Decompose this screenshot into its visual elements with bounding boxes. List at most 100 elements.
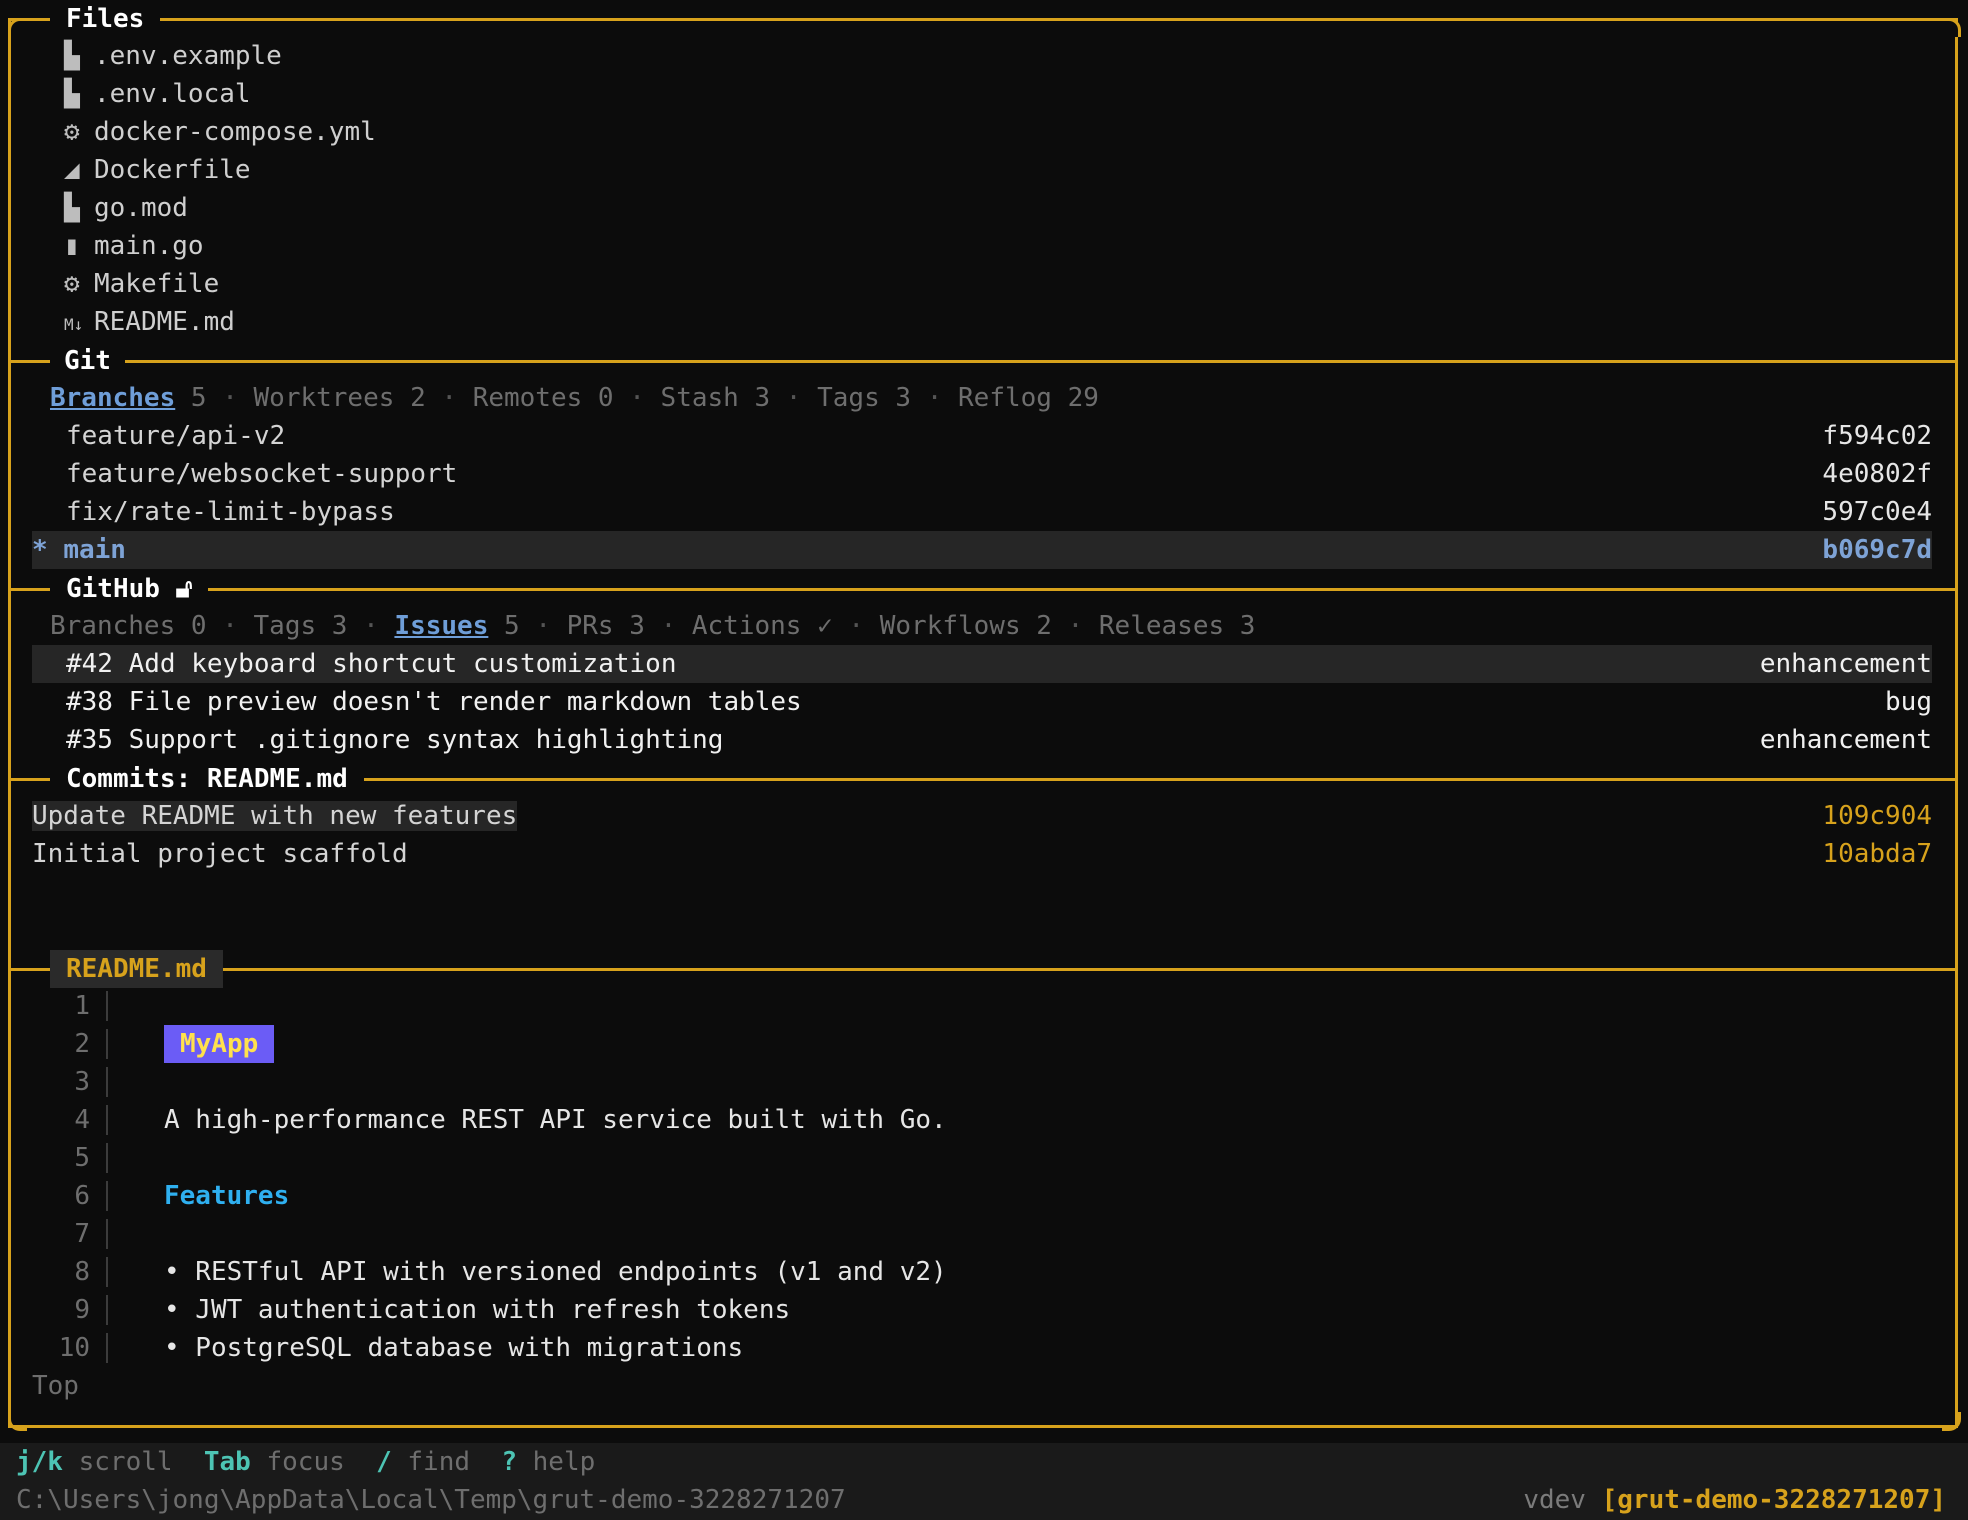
branch-row[interactable]: fix/rate-limit-bypass 597c0e4	[32, 493, 1932, 531]
commits-panel-title[interactable]: Commits: README.md	[50, 760, 364, 798]
lock-icon: 🔓︎	[175, 574, 193, 604]
gutter-bar	[106, 991, 108, 1021]
tab-actions[interactable]: Actions	[692, 611, 802, 641]
gutter-bar	[106, 1333, 108, 1363]
issue-label: bug	[1885, 687, 1932, 717]
commit-hash: b069c7d	[1822, 535, 1932, 565]
git-panel-title[interactable]: Git	[50, 342, 125, 380]
branch-row[interactable]: feature/websocket-support 4e0802f	[32, 455, 1932, 493]
branch-row-current[interactable]: * main b069c7d	[32, 531, 1932, 569]
docker-icon: ◢	[64, 155, 80, 185]
line-number: 10	[58, 1333, 90, 1363]
frame-corner	[8, 18, 27, 37]
tab-tags[interactable]: Tags	[817, 383, 880, 413]
tab-remotes[interactable]: Remotes	[473, 383, 583, 413]
gutter-bar	[106, 1257, 108, 1287]
current-branch-marker: *	[32, 535, 48, 565]
frame-border	[8, 18, 11, 1428]
line-number: 4	[74, 1105, 90, 1135]
line-number: 2	[74, 1029, 90, 1059]
tab-workflows[interactable]: Workflows	[880, 611, 1021, 641]
gutter-bar	[106, 1067, 108, 1097]
gutter-bar	[106, 1105, 108, 1135]
readme-description: A high-performance REST API service buil…	[164, 1105, 947, 1135]
readme-bullet: • PostgreSQL database with migrations	[164, 1333, 744, 1363]
git-tabs: Branches 5 · Worktrees 2 · Remotes 0 · S…	[50, 383, 1099, 413]
preview-panel-title[interactable]: README.md	[50, 950, 223, 988]
github-tabs: Branches 0 · Tags 3 · Issues 5 · PRs 3 ·…	[50, 611, 1256, 641]
issue-row[interactable]: #38 File preview doesn't render markdown…	[32, 683, 1932, 721]
file-item[interactable]: ⚙ Makefile	[64, 265, 219, 303]
line-number: 8	[74, 1257, 90, 1287]
panel-divider	[8, 360, 1958, 363]
path-bar: C:\Users\jong\AppData\Local\Temp\grut-de…	[0, 1481, 1968, 1520]
frame-border	[8, 1425, 1958, 1428]
line-number: 5	[74, 1143, 90, 1173]
issue-row[interactable]: #42 Add keyboard shortcut customization e…	[32, 645, 1932, 683]
issue-row[interactable]: #35 Support .gitignore syntax highlighti…	[32, 721, 1932, 759]
readme-bullet: • JWT authentication with refresh tokens	[164, 1295, 791, 1325]
go-file-icon: ▮	[64, 231, 80, 261]
frame-corner	[1942, 1412, 1961, 1431]
issue-label: enhancement	[1759, 725, 1932, 755]
tab-reflog[interactable]: Reflog	[958, 383, 1052, 413]
frame-border	[1955, 18, 1958, 1428]
branch-row[interactable]: feature/api-v2 f594c02	[32, 417, 1932, 455]
github-panel-title[interactable]: GitHub 🔓︎	[50, 570, 209, 608]
line-number: 1	[74, 991, 90, 1021]
commit-hash: 109c904	[1822, 801, 1932, 831]
gutter-bar	[106, 1029, 108, 1059]
file-icon: ▙	[64, 41, 80, 71]
gutter-bar	[106, 1295, 108, 1325]
frame-border	[8, 18, 1958, 21]
commit-hash: f594c02	[1822, 421, 1932, 451]
readme-features-heading: Features	[164, 1181, 290, 1211]
commit-row[interactable]: Update README with new features 109c904	[32, 797, 1932, 835]
file-item[interactable]: ◢ Dockerfile	[64, 151, 251, 189]
markdown-icon: M↓	[64, 315, 84, 334]
tab-releases[interactable]: Releases	[1099, 611, 1224, 641]
readme-bullet: • RESTful API with versioned endpoints (…	[164, 1257, 947, 1287]
commit-hash: 10abda7	[1822, 839, 1932, 869]
frame-corner	[1942, 18, 1961, 37]
readme-heading: MyApp	[164, 1025, 275, 1063]
current-path: C:\Users\jong\AppData\Local\Temp\grut-de…	[16, 1485, 846, 1515]
files-panel-title[interactable]: Files	[50, 0, 161, 38]
line-number: 3	[74, 1067, 90, 1097]
file-item[interactable]: ▙ go.mod	[64, 189, 188, 227]
file-item[interactable]: ⚙ docker-compose.yml	[64, 113, 376, 151]
gutter-bar	[106, 1181, 108, 1211]
tab-stash[interactable]: Stash	[661, 383, 739, 413]
line-number: 9	[74, 1295, 90, 1325]
line-number: 6	[74, 1181, 90, 1211]
frame-corner	[8, 1412, 27, 1431]
panel-divider	[8, 588, 1958, 591]
file-item[interactable]: M↓ README.md	[64, 303, 235, 341]
tab-gh-branches[interactable]: Branches	[50, 611, 175, 641]
gutter-bar	[106, 1219, 108, 1249]
keybinding-hints: j/k scroll Tab focus / find ? help	[0, 1443, 1968, 1481]
file-item[interactable]: ▮ main.go	[64, 227, 204, 265]
file-icon: ▙	[64, 79, 80, 109]
gear-icon: ⚙	[64, 269, 80, 299]
tab-prs[interactable]: PRs	[567, 611, 614, 641]
file-item[interactable]: ▙ .env.local	[64, 75, 251, 113]
tab-branches[interactable]: Branches	[50, 383, 175, 413]
tab-gh-tags[interactable]: Tags	[254, 611, 317, 641]
gear-icon: ⚙	[64, 117, 80, 147]
app-frame: Files ▙ .env.example ▙ .env.local ⚙ docker-…	[0, 0, 1968, 1431]
file-icon: ▙	[64, 193, 80, 223]
panel-divider	[8, 968, 1958, 971]
gutter-bar	[106, 1143, 108, 1173]
tab-worktrees[interactable]: Worktrees	[254, 383, 395, 413]
tab-issues[interactable]: Issues	[394, 611, 488, 641]
version: vdev	[1523, 1485, 1586, 1515]
scroll-position: Top	[32, 1371, 79, 1401]
commit-hash: 597c0e4	[1822, 497, 1932, 527]
commit-row[interactable]: Initial project scaffold 10abda7	[32, 835, 1932, 873]
repo-name: [grut-demo-3228271207]	[1601, 1485, 1946, 1515]
file-item[interactable]: ▙ .env.example	[64, 37, 282, 75]
issue-label: enhancement	[1759, 649, 1932, 679]
commit-hash: 4e0802f	[1822, 459, 1932, 489]
line-number: 7	[74, 1219, 90, 1249]
